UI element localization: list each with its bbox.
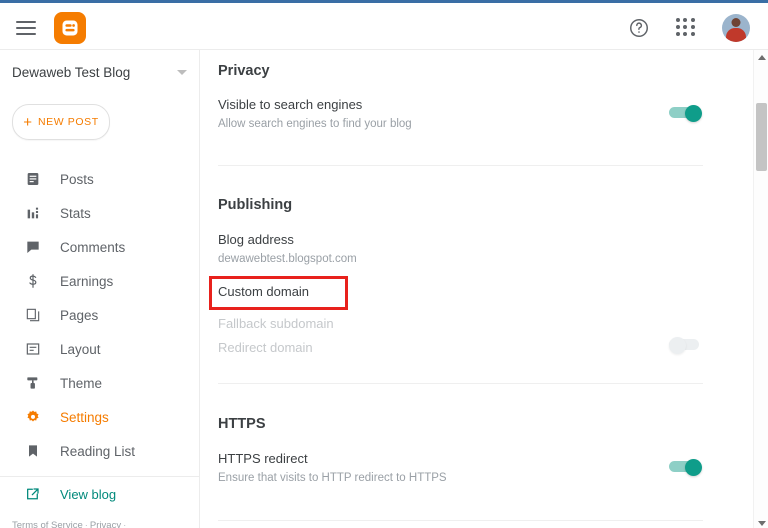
sidebar-item-theme[interactable]: Theme — [0, 366, 199, 400]
sidebar: Dewaweb Test Blog + NEW POST Posts Stats — [0, 50, 200, 528]
terms-of-service-link[interactable]: Terms of Service — [12, 520, 83, 528]
footer-separator: · — [84, 520, 88, 528]
pages-icon — [24, 306, 42, 324]
row-description: Allow search engines to find your blog — [218, 118, 412, 130]
section-publishing: Publishing — [218, 197, 703, 213]
row-label: Visible to search engines — [218, 97, 363, 112]
scroll-up-arrow-icon[interactable] — [754, 50, 768, 65]
toggle-redirect-domain[interactable] — [669, 337, 703, 354]
blog-title: Dewaweb Test Blog — [12, 64, 131, 80]
toggle-https-redirect[interactable] — [669, 459, 703, 476]
settings-content: Privacy Visible to search engines Allow … — [201, 50, 753, 528]
setting-row-https-redirect[interactable]: HTTPS redirect Ensure that visits to HTT… — [218, 451, 703, 484]
toggle-visible-to-search-engines[interactable] — [669, 105, 703, 122]
help-circle-icon[interactable] — [628, 17, 650, 39]
comments-icon — [24, 238, 42, 256]
earnings-icon — [24, 272, 42, 290]
scroll-down-arrow-icon[interactable] — [754, 516, 768, 528]
setting-row-custom-domain[interactable]: Custom domain — [218, 284, 703, 299]
top-app-bar — [0, 6, 768, 50]
sidebar-item-settings[interactable]: Settings — [0, 400, 199, 434]
settings-gear-icon — [24, 408, 42, 426]
section-https: HTTPS — [218, 416, 703, 432]
new-post-label: NEW POST — [37, 116, 99, 128]
blog-switcher[interactable]: Dewaweb Test Blog — [0, 50, 199, 94]
sidebar-item-label: Pages — [60, 307, 99, 323]
section-divider — [218, 520, 703, 521]
setting-row-fallback-subdomain: Fallback subdomain — [218, 316, 703, 331]
new-post-button[interactable]: + NEW POST — [12, 104, 110, 140]
theme-icon — [24, 374, 42, 392]
section-divider — [218, 383, 703, 384]
row-label: Custom domain — [218, 284, 310, 299]
row-label: HTTPS redirect — [218, 451, 308, 466]
sidebar-item-label: Layout — [60, 341, 101, 357]
section-divider — [218, 165, 703, 166]
sidebar-item-reading-list[interactable]: Reading List — [0, 434, 199, 468]
row-label: Blog address — [218, 232, 294, 247]
plus-icon: + — [23, 113, 32, 131]
sidebar-item-label: Theme — [60, 375, 103, 391]
row-value: dewawebtest.blogspot.com — [218, 253, 357, 265]
sidebar-item-stats[interactable]: Stats — [0, 196, 199, 230]
sidebar-item-view-blog[interactable]: View blog — [0, 477, 199, 511]
section-privacy: Privacy — [218, 63, 703, 79]
setting-row-blog-address[interactable]: Blog address dewawebtest.blogspot.com — [218, 232, 703, 265]
setting-row-redirect-domain: Redirect domain — [218, 337, 703, 355]
view-blog-label: View blog — [60, 486, 117, 502]
sidebar-nav: Posts Stats Comments Earnings Pages Layo… — [0, 162, 199, 528]
layout-icon — [24, 340, 42, 358]
top-bar-actions — [628, 13, 750, 42]
external-link-icon — [24, 485, 42, 503]
sidebar-item-label: Comments — [60, 239, 126, 255]
vertical-scrollbar[interactable] — [753, 50, 768, 528]
section-title: Privacy — [218, 63, 270, 79]
sidebar-item-label: Reading List — [60, 443, 136, 459]
sidebar-item-label: Stats — [60, 205, 91, 221]
sidebar-item-earnings[interactable]: Earnings — [0, 264, 199, 298]
row-label: Redirect domain — [218, 340, 313, 355]
sidebar-item-label: Settings — [60, 409, 109, 425]
privacy-link[interactable]: Privacy — [90, 520, 121, 528]
blogger-logo-icon[interactable] — [54, 11, 86, 44]
row-description: Ensure that visits to HTTP redirect to H… — [218, 472, 447, 484]
stats-icon — [24, 204, 42, 222]
apps-grid-icon[interactable] — [676, 17, 696, 38]
sidebar-item-layout[interactable]: Layout — [0, 332, 199, 366]
section-title: HTTPS — [218, 416, 266, 432]
user-avatar[interactable] — [722, 13, 750, 42]
setting-row-visible-to-search-engines[interactable]: Visible to search engines Allow search e… — [218, 97, 703, 130]
sidebar-item-pages[interactable]: Pages — [0, 298, 199, 332]
posts-icon — [24, 170, 42, 188]
sidebar-item-posts[interactable]: Posts — [0, 162, 199, 196]
blogger-settings-page: Dewaweb Test Blog + NEW POST Posts Stats — [0, 0, 768, 528]
row-label: Fallback subdomain — [218, 316, 334, 331]
hamburger-menu-icon[interactable] — [16, 20, 36, 35]
sidebar-item-label: Posts — [60, 171, 94, 187]
section-title: Publishing — [218, 197, 293, 213]
sidebar-footer-links: Terms of Service·Privacy· Content Policy — [12, 517, 192, 528]
footer-separator: · — [123, 520, 127, 528]
sidebar-item-comments[interactable]: Comments — [0, 230, 199, 264]
sidebar-item-label: Earnings — [60, 273, 114, 289]
chevron-down-icon[interactable] — [177, 69, 187, 75]
reading-list-icon — [24, 442, 42, 460]
scrollbar-thumb[interactable] — [756, 103, 767, 171]
